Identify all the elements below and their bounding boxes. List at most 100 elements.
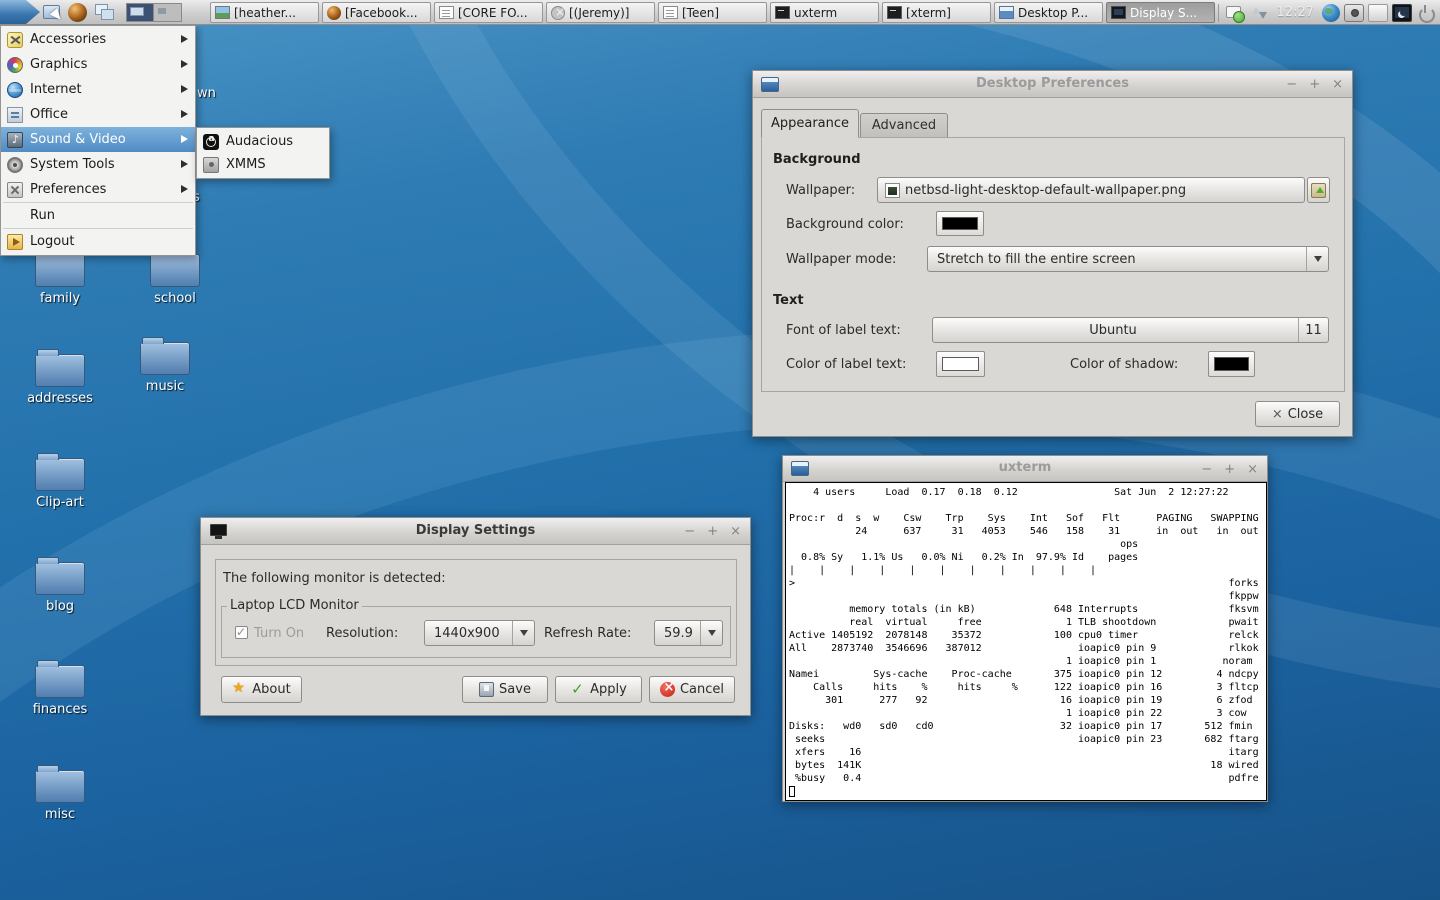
submenu-item-xmms[interactable]: XMMS — [197, 153, 329, 176]
menu-item-internet[interactable]: Internet — [1, 77, 195, 102]
chevron-down-icon — [708, 630, 716, 636]
tab-advanced[interactable]: Advanced — [860, 113, 948, 138]
label-color-button[interactable] — [936, 351, 985, 377]
workspace-1[interactable] — [127, 4, 154, 21]
wallpaper-mode-combo[interactable]: Stretch to fill the entire screen — [927, 246, 1329, 272]
menu-item-label: XMMS — [226, 157, 266, 172]
minimize-button[interactable]: − — [684, 525, 695, 538]
combo-arrow-box — [512, 621, 534, 645]
display-night-tray-icon[interactable] — [1392, 4, 1412, 22]
messenger-tray-icon[interactable] — [1225, 4, 1245, 22]
task-button-facebook[interactable]: [Facebook... — [322, 2, 431, 23]
chevron-down-icon — [520, 630, 528, 636]
font-label: Font of label text: — [786, 323, 901, 338]
file-manager-icon[interactable] — [42, 2, 63, 22]
close-button[interactable]: × — [730, 525, 741, 538]
task-button-core[interactable]: [CORE FO... — [434, 2, 543, 23]
network-traffic-icon[interactable] — [1249, 4, 1269, 22]
label-color-label: Color of label text: — [786, 357, 906, 372]
desktop-icon-misc[interactable]: misc — [5, 764, 115, 822]
display-light-tray-icon[interactable] — [1368, 4, 1388, 22]
save-button[interactable]: Save — [462, 676, 548, 703]
clock[interactable]: 12:27 — [1277, 5, 1314, 20]
background-color-button[interactable] — [936, 211, 984, 236]
wallpaper-open-button[interactable] — [1307, 177, 1330, 203]
graphics-icon — [7, 57, 23, 73]
tab-appearance[interactable]: Appearance — [761, 109, 859, 138]
maximize-button[interactable]: + — [707, 525, 718, 538]
desktop-icon-clip-art[interactable]: Clip-art — [5, 452, 115, 510]
close-button[interactable]: × — [1332, 78, 1343, 91]
workspace-pager[interactable] — [126, 3, 182, 22]
web-browser-icon[interactable] — [68, 2, 89, 22]
font-button[interactable]: Ubuntu 11 — [932, 317, 1329, 343]
task-button-heather[interactable]: [heather... — [210, 2, 319, 23]
desktop-preferences-titlebar[interactable]: Desktop Preferences − + × — [753, 71, 1352, 98]
maximize-button[interactable]: + — [1224, 463, 1235, 476]
screenshot-tray-icon[interactable] — [1344, 4, 1364, 22]
task-button-jeremy[interactable]: [(Jeremy)] — [546, 2, 655, 23]
desktop-icon-music[interactable]: music — [110, 336, 220, 394]
workspace-2[interactable] — [154, 4, 181, 21]
menu-item-logout[interactable]: Logout — [1, 229, 195, 254]
turn-on-checkbox[interactable] — [235, 626, 248, 639]
task-label: [Teen] — [682, 6, 719, 20]
task-button-uxterm[interactable]: uxterm — [770, 2, 879, 23]
desktop-icon-school[interactable]: school — [120, 248, 230, 306]
refresh-rate-combo[interactable]: 59.9 — [654, 620, 723, 646]
task-button-desktop-preferences[interactable]: Desktop P... — [994, 2, 1103, 23]
system-tools-icon — [7, 157, 23, 173]
task-button-teen[interactable]: [Teen] — [658, 2, 767, 23]
uxterm-titlebar[interactable]: uxterm − + × — [783, 456, 1267, 482]
task-button-display-settings[interactable]: Display S... — [1106, 2, 1215, 23]
about-button[interactable]: About — [221, 676, 302, 703]
sound-video-icon — [7, 132, 23, 148]
menu-button[interactable] — [0, 0, 40, 24]
wallpaper-file-button[interactable]: netbsd-light-desktop-default-wallpaper.p… — [877, 177, 1305, 203]
minimize-button[interactable]: − — [1286, 78, 1297, 91]
resolution-value: 1440x900 — [425, 626, 512, 641]
menu-item-run[interactable]: Run — [1, 203, 195, 228]
desktop-icon-blog[interactable]: blog — [5, 556, 115, 614]
photo-icon — [215, 6, 230, 19]
document-icon — [439, 6, 454, 19]
logout-icon — [7, 234, 23, 250]
wallpaper-label: Wallpaper: — [786, 183, 855, 198]
close-button[interactable]: × — [1247, 463, 1258, 476]
maximize-button[interactable]: + — [1309, 78, 1320, 91]
apply-label: Apply — [590, 682, 627, 697]
shadow-color-button[interactable] — [1208, 351, 1255, 377]
menu-item-system-tools[interactable]: System Tools — [1, 152, 195, 177]
close-dialog-button[interactable]: × Close — [1255, 401, 1340, 427]
task-label: [heather... — [234, 6, 296, 20]
resolution-combo[interactable]: 1440x900 — [424, 620, 535, 646]
power-icon[interactable] — [1416, 4, 1436, 22]
menu-item-sound-video[interactable]: Sound & Video — [1, 127, 195, 152]
terminal-screen[interactable]: 4 users Load 0.17 0.18 0.12 Sat Jun 2 12… — [785, 482, 1267, 801]
desktop-icon-family[interactable]: family — [5, 248, 115, 306]
window-icon — [999, 6, 1014, 19]
menu-item-graphics[interactable]: Graphics — [1, 52, 195, 77]
menu-item-accessories[interactable]: Accessories — [1, 27, 195, 52]
refresh-rate-label: Refresh Rate: — [544, 626, 631, 641]
menu-item-office[interactable]: Office — [1, 102, 195, 127]
window-title: Desktop Preferences — [753, 76, 1352, 91]
desktop-icon-addresses[interactable]: addresses — [5, 348, 115, 406]
globe-tray-icon[interactable] — [1322, 4, 1340, 22]
task-button-xterm[interactable]: [xterm] — [882, 2, 991, 23]
menu-item-preferences[interactable]: Preferences — [1, 177, 195, 202]
desktop-icon-finances[interactable]: finances — [5, 659, 115, 717]
show-desktop-icon[interactable] — [95, 2, 116, 22]
submenu-arrow-icon — [181, 85, 188, 93]
display-settings-titlebar[interactable]: Display Settings − + × — [201, 518, 750, 545]
cancel-button[interactable]: Cancel — [649, 676, 735, 703]
star-icon — [232, 682, 247, 697]
task-label: [(Jeremy)] — [569, 6, 630, 20]
sound-video-submenu: Audacious XMMS — [196, 127, 330, 179]
submenu-item-audacious[interactable]: Audacious — [197, 130, 329, 153]
text-section-header: Text — [773, 293, 804, 308]
apply-button[interactable]: Apply — [555, 676, 642, 703]
system-tray: 12:27 — [1218, 0, 1440, 25]
minimize-button[interactable]: − — [1201, 463, 1212, 476]
font-size: 11 — [1298, 318, 1328, 342]
